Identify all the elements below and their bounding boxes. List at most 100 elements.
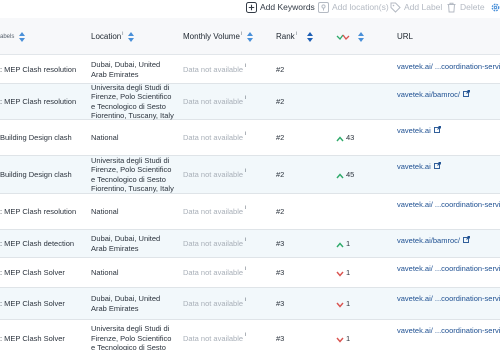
rank-change-cell: 43 xyxy=(336,120,386,155)
table-row[interactable]: : MEP Clash resolution Universita degli S… xyxy=(0,83,500,120)
url-cell: vavetek.ai/ ...coordination-service xyxy=(397,320,500,350)
info-icon[interactable]: i xyxy=(245,95,246,101)
table-header: abels Location i Monthly Volume i Rank i UR… xyxy=(0,18,500,55)
info-icon[interactable]: i xyxy=(245,297,246,303)
location-cell: Universita degli Studi di Firenze, Polo … xyxy=(91,324,172,350)
sort-icon[interactable] xyxy=(128,31,135,42)
ranking-url-link[interactable]: vavetek.ai/bamroc/ xyxy=(397,90,460,99)
monthly-volume-value: Data not available xyxy=(183,333,244,343)
location-column-header[interactable]: Location i xyxy=(91,18,135,55)
monthly-volume-column-header[interactable]: Monthly Volume i xyxy=(183,18,254,55)
monthly-volume-cell: Data not available i xyxy=(183,258,267,287)
url-cell: vavetek.ai/bamroc/ xyxy=(397,84,500,119)
info-icon[interactable]: i xyxy=(245,266,246,272)
add-label-button[interactable]: Add Label xyxy=(390,0,442,14)
url-column-header[interactable]: URL xyxy=(397,18,413,55)
rank-change-cell xyxy=(336,84,386,119)
info-icon[interactable]: i xyxy=(296,31,297,37)
location-cell: National xyxy=(91,206,119,216)
keyword-label: Building Design clash xyxy=(0,169,72,179)
delete-button[interactable]: Delete xyxy=(446,0,485,14)
ranking-url-link[interactable]: vavetek.ai xyxy=(397,126,431,135)
add-locations-button[interactable]: Add location(s) xyxy=(318,0,389,14)
sort-icon[interactable] xyxy=(19,31,26,42)
url-cell: vavetek.ai/ ...coordination-service xyxy=(397,288,500,319)
info-icon[interactable]: i xyxy=(245,237,246,243)
settings-button[interactable] xyxy=(490,0,500,14)
info-icon[interactable]: i xyxy=(245,168,246,174)
monthly-volume-value: Data not available xyxy=(183,96,244,106)
external-link-icon[interactable] xyxy=(463,90,470,97)
info-icon[interactable]: i xyxy=(245,332,246,338)
ranking-url-link[interactable]: vavetek.ai/ ...coordination-service xyxy=(397,326,500,335)
ranking-url-link[interactable]: vavetek.ai/ ...coordination-service xyxy=(397,264,500,273)
add-keywords-button[interactable]: Add Keywords xyxy=(246,0,315,14)
url-cell: vavetek.ai/ ...coordination-service xyxy=(397,194,500,229)
location-cell: National xyxy=(91,132,119,142)
sort-icon[interactable] xyxy=(306,31,314,42)
change-column-header[interactable] xyxy=(336,18,365,55)
chevron-down-icon xyxy=(336,270,344,277)
rank-cell: #3 xyxy=(276,298,285,308)
sort-icon[interactable] xyxy=(358,31,365,42)
url-cell: vavetek.ai/ ...coordination-service xyxy=(397,258,500,287)
chevron-up-icon xyxy=(336,172,344,178)
rank-column-header[interactable]: Rank i xyxy=(276,18,314,55)
monthly-volume-value: Data not available xyxy=(183,298,244,308)
table-row[interactable]: : MEP Clash Solver Dubai, Dubai, United A… xyxy=(0,288,500,320)
location-cell: Dubai, Dubai, United Arab Emirates xyxy=(91,60,161,79)
monthly-volume-cell: Data not available i xyxy=(183,56,267,83)
info-icon[interactable]: i xyxy=(245,131,246,137)
rank-cell: #3 xyxy=(276,333,285,343)
chevron-up-icon xyxy=(336,241,344,247)
monthly-volume-cell: Data not available i xyxy=(183,230,267,257)
ranking-url-link[interactable]: vavetek.ai/ ...coordination-service xyxy=(397,62,500,71)
sort-icon[interactable] xyxy=(247,31,254,42)
keyword-label: : MEP Clash Solver xyxy=(0,267,65,277)
table-row[interactable]: : MEP Clash detection Dubai, Dubai, Unite… xyxy=(0,230,500,258)
rank-change-cell: 1 xyxy=(336,288,386,319)
monthly-volume-cell: Data not available i xyxy=(183,288,267,319)
rank-cell: #2 xyxy=(276,169,285,179)
ranking-url-link[interactable]: vavetek.ai/ ...coordination-service xyxy=(397,294,500,303)
location-pin-icon xyxy=(318,1,329,13)
rank-change-cell: 1 xyxy=(336,320,386,350)
monthly-volume-cell: Data not available i xyxy=(183,156,267,193)
external-link-icon[interactable] xyxy=(433,162,441,169)
monthly-volume-value: Data not available xyxy=(183,132,244,142)
monthly-volume-cell: Data not available i xyxy=(183,194,267,229)
rank-cell: #2 xyxy=(276,132,285,142)
monthly-volume-value: Data not available xyxy=(183,238,244,248)
rank-cell: #2 xyxy=(276,206,285,216)
table-row[interactable]: : MEP Clash resolution Dubai, Dubai, Unit… xyxy=(0,56,500,84)
table-row[interactable]: : MEP Clash Solver National Data not avail… xyxy=(0,258,500,288)
info-icon[interactable]: i xyxy=(122,31,123,37)
add-locations-label: Add location(s) xyxy=(332,2,389,12)
info-icon[interactable]: i xyxy=(245,205,246,211)
delete-label: Delete xyxy=(460,2,485,12)
location-cell: Dubai, Dubai, United Arab Emirates xyxy=(91,294,161,313)
table-row[interactable]: : MEP Clash Solver Universita degli Studi… xyxy=(0,320,500,350)
monthly-volume-cell: Data not available i xyxy=(183,84,267,119)
toolbar: Add Keywords Add location(s) Add Label D… xyxy=(0,0,500,16)
keyword-label: : MEP Clash resolution xyxy=(0,64,77,74)
info-icon[interactable]: i xyxy=(245,63,246,69)
ranking-url-link[interactable]: vavetek.ai xyxy=(397,162,431,171)
chevron-down-icon xyxy=(336,301,344,308)
url-cell: vavetek.ai xyxy=(397,156,500,193)
ranking-url-link[interactable]: vavetek.ai/ ...coordination-service xyxy=(397,200,500,209)
info-icon[interactable]: i xyxy=(241,31,242,37)
monthly-volume-cell: Data not available i xyxy=(183,120,267,155)
labels-column-header[interactable]: abels xyxy=(0,18,26,55)
table-row[interactable]: : MEP Clash resolution National Data not a… xyxy=(0,194,500,230)
keyword-label: : MEP Clash resolution xyxy=(0,96,77,106)
location-cell: National xyxy=(91,267,119,277)
table-row[interactable]: Building Design clash National Data not av… xyxy=(0,120,500,156)
monthly-volume-cell: Data not available i xyxy=(183,320,267,350)
table-row[interactable]: Building Design clash Universita degli St… xyxy=(0,156,500,194)
external-link-icon[interactable] xyxy=(433,126,441,133)
external-link-icon[interactable] xyxy=(463,236,470,243)
rank-change-value: 1 xyxy=(346,333,351,343)
ranking-url-link[interactable]: vavetek.ai/bamroc/ xyxy=(397,236,460,245)
rank-change-cell: 45 xyxy=(336,156,386,193)
